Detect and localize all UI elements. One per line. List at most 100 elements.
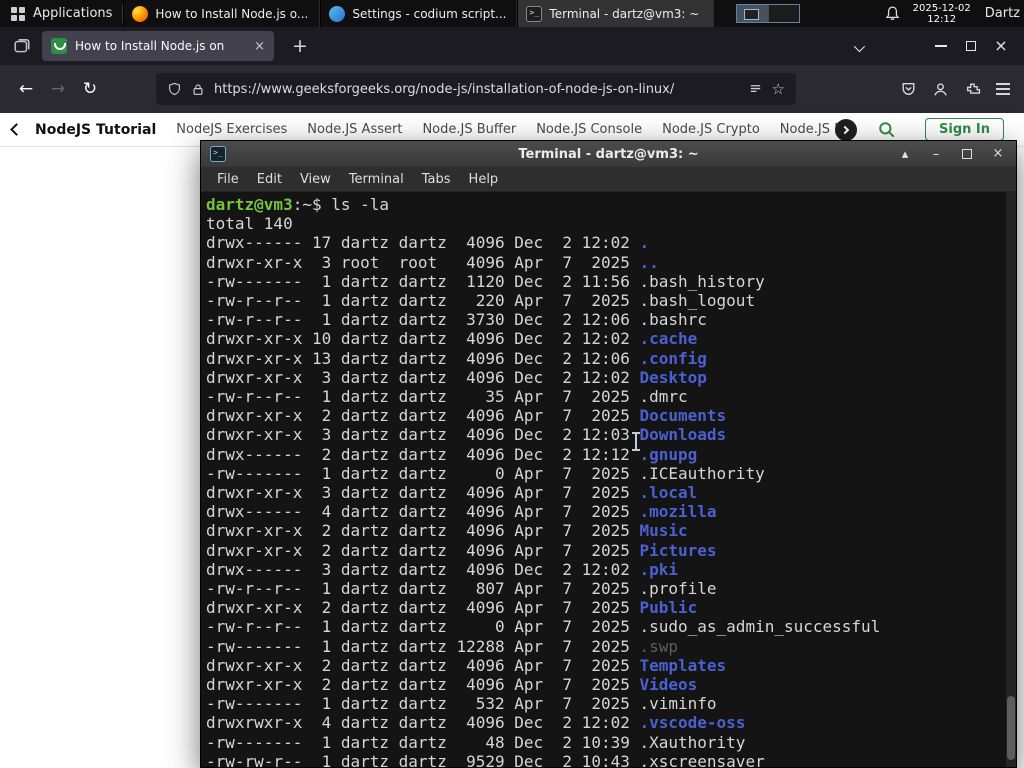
taskbar-item[interactable]: How to Install Node.js o... xyxy=(123,0,321,27)
terminal-line: -rw-r--r-- 1 dartz dartz 220 Apr 7 2025 … xyxy=(206,291,756,311)
taskbar-item-label: How to Install Node.js o... xyxy=(155,6,309,21)
firefox-view-icon[interactable] xyxy=(8,32,36,60)
user-label: Dartz xyxy=(984,6,1020,21)
terminal-menu-tabs[interactable]: Tabs xyxy=(413,170,460,189)
menu-hamburger-icon[interactable] xyxy=(996,88,1010,90)
applications-icon xyxy=(11,6,25,21)
terminal-line: drwxr-xr-x 2 dartz dartz 4096 Apr 7 2025… xyxy=(206,675,698,695)
window-minimize-button[interactable] xyxy=(926,32,956,60)
search-icon[interactable] xyxy=(877,120,897,140)
terminal-shade-button[interactable]: ▴ xyxy=(896,144,914,164)
sign-in-button[interactable]: Sign In xyxy=(925,118,1004,141)
site-nav-link[interactable]: NodeJS Exercises xyxy=(176,122,287,137)
firefox-icon xyxy=(132,5,149,22)
terminal-line: drwxr-xr-x 3 dartz dartz 4096 Apr 7 2025… xyxy=(206,483,698,503)
site-nav-primary[interactable]: NodeJS Tutorial xyxy=(35,122,156,138)
window-close-button[interactable]: × xyxy=(986,32,1016,60)
terminal-line: drwx------ 17 dartz dartz 4096 Dec 2 12:… xyxy=(206,233,650,253)
account-icon[interactable] xyxy=(932,81,949,98)
extensions-icon[interactable] xyxy=(964,81,981,98)
workspace-2[interactable] xyxy=(767,5,799,22)
tab-close-icon[interactable]: × xyxy=(252,39,265,54)
terminal-output[interactable]: dartz@vm3:~$ ls -la total 140 drwx------ 1… xyxy=(201,192,1016,767)
top-panel: Applications How to Install Node.js o...… xyxy=(0,0,1024,27)
terminal-line: drwxr-xr-x 2 dartz dartz 4096 Apr 7 2025… xyxy=(206,598,698,618)
pocket-icon[interactable] xyxy=(900,81,917,98)
browser-tab[interactable]: How to Install Node.js on × xyxy=(42,31,274,61)
clock-date: 2025-12-02 xyxy=(912,2,971,14)
clock[interactable]: 2025-12-02 12:12 xyxy=(913,3,971,25)
workspace-1[interactable] xyxy=(736,5,768,22)
site-nav-link[interactable]: Node.JS Console xyxy=(536,122,642,137)
terminal-line: drwxr-xr-x 2 dartz dartz 4096 Apr 7 2025… xyxy=(206,655,727,675)
terminal-icon xyxy=(526,5,543,22)
taskbar-item-label: Terminal - dartz@vm3: ~ xyxy=(549,6,700,21)
terminal-menu-view[interactable]: View xyxy=(291,170,340,189)
new-tab-button[interactable]: + xyxy=(286,35,314,57)
forward-button[interactable]: → xyxy=(42,73,74,105)
terminal-line: -rw-r--r-- 1 dartz dartz 807 Apr 7 2025 … xyxy=(206,579,717,599)
reader-view-icon[interactable] xyxy=(748,82,763,97)
site-nav-link[interactable]: Node.JS DNS xyxy=(780,122,843,137)
terminal-line: -rw------- 1 dartz dartz 532 Apr 7 2025 … xyxy=(206,694,717,714)
terminal-close-button[interactable]: × xyxy=(989,144,1007,164)
taskbar: How to Install Node.js o... Settings - co… xyxy=(123,0,715,27)
list-tabs-icon[interactable] xyxy=(848,31,868,62)
vscodium-icon xyxy=(329,5,346,22)
terminal-window: Terminal - dartz@vm3: ~ ▴ – × FileEditVi… xyxy=(200,140,1017,768)
padlock-icon[interactable] xyxy=(191,82,205,97)
terminal-menu-help[interactable]: Help xyxy=(460,170,508,189)
clock-time: 12:12 xyxy=(927,13,957,25)
terminal-line: total 140 xyxy=(206,214,293,234)
scroll-left-icon[interactable] xyxy=(10,123,23,136)
taskbar-item[interactable]: Settings - codium script... xyxy=(320,0,518,27)
taskbar-item-label: Settings - codium script... xyxy=(352,6,507,21)
applications-menu[interactable]: Applications xyxy=(0,0,122,27)
terminal-app-icon xyxy=(210,146,226,162)
terminal-line: -rw-rw-r-- 1 dartz dartz 9529 Dec 2 10:4… xyxy=(206,751,765,767)
terminal-line: drwxr-xr-x 2 dartz dartz 4096 Apr 7 2025… xyxy=(206,406,727,426)
terminal-line: -rw------- 1 dartz dartz 1120 Dec 2 11:5… xyxy=(206,271,765,291)
terminal-menu-terminal[interactable]: Terminal xyxy=(340,170,413,189)
terminal-menu-edit[interactable]: Edit xyxy=(248,170,291,189)
terminal-line: drwxrwxr-x 4 dartz dartz 4096 Dec 2 12:0… xyxy=(206,713,746,733)
terminal-scrollbar[interactable] xyxy=(1006,192,1016,767)
terminal-line: drwxr-xr-x 3 dartz dartz 4096 Dec 2 12:0… xyxy=(206,367,707,387)
site-nav-link[interactable]: Node.JS Buffer xyxy=(422,122,516,137)
reload-button[interactable]: ↻ xyxy=(74,73,106,105)
terminal-line: drwxr-xr-x 10 dartz dartz 4096 Dec 2 12:… xyxy=(206,329,698,349)
terminal-line: drwx------ 4 dartz dartz 4096 Apr 7 2025… xyxy=(206,502,717,522)
back-button[interactable]: ← xyxy=(10,73,42,105)
terminal-line: -rw------- 1 dartz dartz 48 Dec 2 10:39 … xyxy=(206,732,746,752)
terminal-line: drwxr-xr-x 3 root root 4096 Apr 7 2025 .… xyxy=(206,252,659,272)
site-nav-link[interactable]: Node.JS Crypto xyxy=(662,122,760,137)
terminal-menu-file[interactable]: File xyxy=(208,170,248,189)
applications-label: Applications xyxy=(33,6,113,21)
terminal-line: -rw------- 1 dartz dartz 12288 Apr 7 202… xyxy=(206,636,679,656)
terminal-titlebar[interactable]: Terminal - dartz@vm3: ~ ▴ – × xyxy=(201,141,1016,167)
mouse-cursor xyxy=(632,432,640,451)
terminal-line: drwxr-xr-x 13 dartz dartz 4096 Dec 2 12:… xyxy=(206,348,707,368)
window-maximize-button[interactable] xyxy=(956,32,986,60)
tracking-protection-shield-icon[interactable] xyxy=(167,82,182,97)
notifications-icon[interactable] xyxy=(884,5,901,22)
site-nav-link[interactable]: Node.JS Assert xyxy=(307,122,402,137)
terminal-line: dartz@vm3:~$ ls -la xyxy=(206,195,390,214)
bookmark-star-icon[interactable]: ☆ xyxy=(772,80,785,98)
terminal-line: -rw-r--r-- 1 dartz dartz 3730 Dec 2 12:0… xyxy=(206,310,707,330)
terminal-scrollbar-thumb[interactable] xyxy=(1007,696,1015,760)
url-bar[interactable]: https://www.geeksforgeeks.org/node-js/in… xyxy=(156,73,796,105)
terminal-line: drwxr-xr-x 3 dartz dartz 4096 Dec 2 12:0… xyxy=(206,425,727,445)
site-favicon xyxy=(51,38,67,54)
workspace-switcher[interactable] xyxy=(735,4,800,23)
terminal-line: drwx------ 3 dartz dartz 4096 Dec 2 12:0… xyxy=(206,559,679,579)
terminal-title: Terminal - dartz@vm3: ~ xyxy=(518,146,699,162)
terminal-minimize-button[interactable]: – xyxy=(927,144,945,164)
url-text: https://www.geeksforgeeks.org/node-js/in… xyxy=(214,81,675,97)
taskbar-item[interactable]: Terminal - dartz@vm3: ~ xyxy=(517,0,715,27)
terminal-line: drwxr-xr-x 2 dartz dartz 4096 Apr 7 2025… xyxy=(206,521,688,541)
terminal-maximize-button[interactable] xyxy=(958,144,976,164)
scroll-right-icon[interactable] xyxy=(835,118,857,141)
navigation-bar: ← → ↻ https://www.geeksforgeeks.org/node… xyxy=(0,65,1024,113)
tab-bar: How to Install Node.js on × + × xyxy=(0,27,1024,65)
